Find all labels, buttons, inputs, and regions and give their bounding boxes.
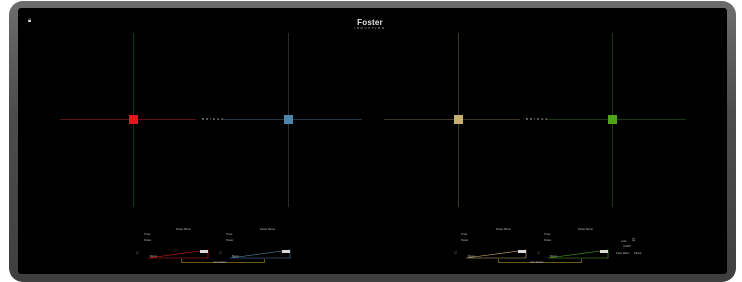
zone-1-horizontal-line [60, 119, 196, 120]
zone-2-horizontal-line [224, 119, 362, 120]
zone-2-power-title: Power Boost [260, 228, 275, 231]
zone-3-timer-icon[interactable]: ◯ [454, 251, 457, 254]
zone-4-level-label: Boost [550, 255, 557, 258]
zone-1-power-title: Power Boost [176, 228, 191, 231]
zone-2-slider-handle[interactable] [284, 115, 293, 124]
cooktop-glass: 🔒︎ Foster INDUCTION BRIDGE BRIDGE Power … [18, 8, 727, 274]
right-bridge-label[interactable]: BRIDGE [526, 117, 550, 121]
child-lock-icon[interactable]: 🔒︎ [28, 18, 34, 24]
keep-warm-label[interactable]: Keep Warm [616, 252, 630, 255]
right-group-label[interactable]: Auto Select [530, 261, 543, 264]
zone-3-power-label: Power [461, 239, 469, 242]
power-icon[interactable]: ⏻ [632, 238, 635, 242]
zone-2-power-label: Power [226, 239, 234, 242]
lock-label[interactable]: Lock [621, 240, 626, 243]
left-group-label[interactable]: Auto Select [213, 261, 226, 264]
brand-subtitle: INDUCTION [354, 26, 386, 30]
zone-3-horizontal-line [384, 119, 520, 120]
zone-3-slider-handle[interactable] [454, 115, 463, 124]
brand-logo: Foster INDUCTION [348, 18, 392, 30]
zone-1-timer-label: Timer [144, 233, 151, 236]
zone-2-timer-label: Timer [226, 233, 233, 236]
pause-label[interactable]: Pause [634, 252, 641, 255]
zone-1-level-label: Boost [150, 255, 157, 258]
zone-2-level-label: Boost [232, 255, 239, 258]
zone-4-timer-icon[interactable]: ◯ [537, 251, 540, 254]
zone-2-timer-icon[interactable]: ◯ [219, 251, 222, 254]
zone-4-power-label: Power [544, 239, 552, 242]
zone-1-timer-icon[interactable]: ◯ [136, 251, 139, 254]
zone-3-power-title: Power Boost [496, 228, 511, 231]
zone-4-timer-label: Timer [544, 233, 551, 236]
zone-4-power-title: Power Boost [578, 228, 593, 231]
left-bridge-label[interactable]: BRIDGE [202, 117, 226, 121]
zone-3-timer-label: Timer [461, 233, 468, 236]
zone-4-slider-handle[interactable] [608, 115, 617, 124]
zone-1-power-label: Power [144, 239, 152, 242]
zone-3-level-label: Boost [468, 255, 475, 258]
on-off-label[interactable]: On/Off [623, 245, 631, 248]
zone-1-slider-handle[interactable] [129, 115, 138, 124]
zone-4-horizontal-line [548, 119, 686, 120]
